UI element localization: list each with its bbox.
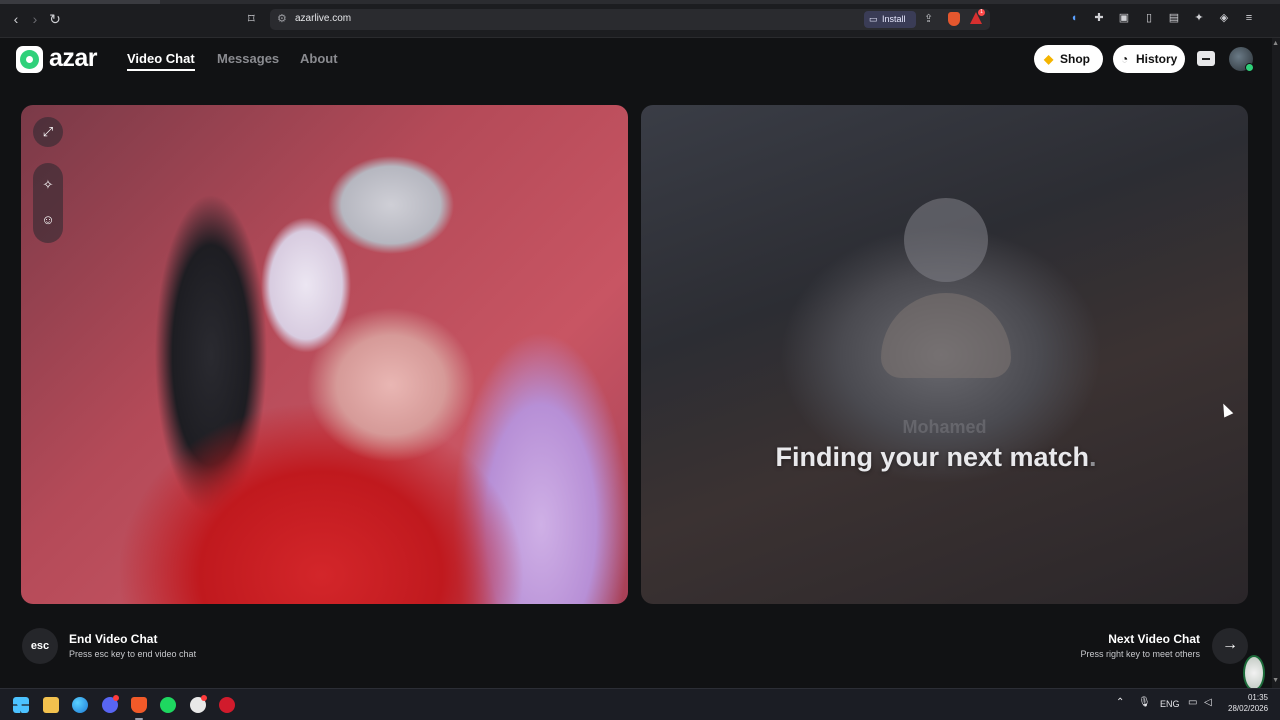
- shop-label: Shop: [1060, 52, 1090, 66]
- mouse-cursor-icon: [1218, 401, 1234, 418]
- placeholder-avatar-body: [881, 293, 1011, 378]
- inbox-icon[interactable]: [1197, 51, 1215, 66]
- tab-capture-icon[interactable]: ▣: [1117, 11, 1131, 25]
- expand-button[interactable]: ⤢: [33, 117, 63, 147]
- bookmark-icon[interactable]: ⌑: [248, 11, 255, 27]
- spotify-icon[interactable]: [160, 697, 176, 713]
- next-video-chat-button[interactable]: →: [1212, 628, 1248, 664]
- tab-strip: [0, 0, 1280, 4]
- history-label: History: [1136, 52, 1178, 66]
- clock-icon: ◔: [1121, 52, 1129, 66]
- brave-browser-icon[interactable]: [131, 697, 147, 713]
- shop-button[interactable]: ◆ Shop: [1034, 45, 1103, 73]
- volume-icon[interactable]: ◁: [1204, 697, 1212, 708]
- end-video-chat-hint: Press esc key to end video chat: [69, 649, 197, 659]
- history-button[interactable]: ◔ History: [1113, 45, 1185, 73]
- alert-count-badge: 1: [978, 9, 985, 16]
- nav-active-underline: [127, 69, 195, 71]
- reload-icon[interactable]: ↻: [47, 11, 63, 27]
- tray-chevron-icon[interactable]: ⌃: [1116, 697, 1124, 708]
- azar-logo-text[interactable]: azar: [49, 44, 98, 73]
- active-tab[interactable]: [0, 0, 160, 4]
- expand-icon: ⤢: [42, 124, 54, 139]
- placeholder-avatar-head: [904, 198, 988, 282]
- next-video-chat-title: Next Video Chat: [1108, 632, 1200, 646]
- browser-toolbar: ‹ › ↻ ⌑ ⚙ azarlive.com ▭ Install ⇪ 1 ◖ ✚…: [0, 0, 1280, 38]
- install-label: Install: [882, 14, 906, 24]
- scroll-down-icon[interactable]: ▼: [1272, 677, 1279, 684]
- nav-video-chat[interactable]: Video Chat: [127, 51, 195, 66]
- scroll-up-icon[interactable]: ▲: [1272, 40, 1279, 47]
- magic-wand-icon[interactable]: ✧: [33, 175, 63, 195]
- url-text[interactable]: azarlive.com: [295, 13, 351, 24]
- gem-icon: ◆: [1044, 52, 1054, 66]
- brave-shield-icon[interactable]: [948, 12, 960, 26]
- nav-messages[interactable]: Messages: [217, 51, 279, 66]
- end-video-chat-title: End Video Chat: [69, 632, 158, 646]
- azar-logo-icon[interactable]: [16, 46, 43, 73]
- install-app-button[interactable]: ▭ Install: [864, 11, 916, 28]
- forward-icon[interactable]: ›: [27, 11, 43, 27]
- language-indicator[interactable]: ENG: [1160, 699, 1180, 709]
- steam-notification-badge: [201, 695, 207, 701]
- wallet-icon[interactable]: ▤: [1167, 11, 1181, 25]
- audio-playing-icon[interactable]: ◖: [1067, 11, 1081, 25]
- nav-about[interactable]: About: [300, 51, 338, 66]
- windows-taskbar: ⌃ 🎙 ENG ▭ ◁ 01:35 28/02/2026: [0, 688, 1280, 720]
- page-scrollbar[interactable]: [1272, 38, 1280, 688]
- site-info-icon[interactable]: ⚙: [277, 12, 287, 25]
- azar-page: azar Video Chat Messages About ◆ Shop ◔ …: [0, 38, 1272, 688]
- install-icon: ▭: [869, 14, 878, 24]
- edge-browser-icon[interactable]: [72, 697, 88, 713]
- browser-extensions: ◖ ✚ ▣ ▯ ▤ ✦ ◈ ≡: [1067, 11, 1256, 27]
- remote-video-panel: Mohamed Finding your next match.: [641, 105, 1248, 604]
- previous-match-name: Mohamed: [902, 417, 987, 437]
- face-icon[interactable]: ☺: [33, 210, 63, 230]
- back-icon[interactable]: ‹: [8, 11, 24, 27]
- clock-time: 01:35: [1247, 693, 1268, 702]
- extensions-icon[interactable]: ✚: [1092, 11, 1106, 25]
- local-video-panel: ⤢ ✧ ☺: [21, 105, 628, 604]
- app-icon[interactable]: [219, 697, 235, 713]
- windows-start-icon[interactable]: [13, 697, 29, 713]
- end-video-chat-button[interactable]: esc: [22, 628, 58, 664]
- loading-dot: .: [1089, 442, 1097, 472]
- finding-text: Finding your next match: [775, 442, 1089, 472]
- network-icon[interactable]: ▭: [1188, 697, 1197, 708]
- finding-match-status: Finding your next match.: [641, 442, 1231, 473]
- discord-notification-badge: [113, 695, 119, 701]
- notification-widget-icon[interactable]: [1243, 655, 1265, 691]
- sidebar-icon[interactable]: ▯: [1142, 11, 1156, 25]
- leo-ai-icon[interactable]: ✦: [1192, 11, 1206, 25]
- microphone-icon[interactable]: 🎙: [1138, 697, 1151, 708]
- share-icon[interactable]: ⇪: [924, 12, 933, 25]
- clock-date: 28/02/2026: [1228, 704, 1269, 713]
- menu-icon[interactable]: ≡: [1242, 11, 1256, 25]
- system-clock[interactable]: 01:35 28/02/2026: [1228, 692, 1268, 714]
- effects-controls: ✧ ☺: [33, 163, 63, 243]
- file-explorer-icon[interactable]: [43, 697, 59, 713]
- next-video-chat-hint: Press right key to meet others: [1080, 649, 1200, 659]
- vpn-icon[interactable]: ◈: [1217, 11, 1231, 25]
- online-status-dot: [1245, 63, 1254, 72]
- address-bar[interactable]: ⌑ ⚙ azarlive.com ▭ Install ⇪ 1: [248, 9, 990, 30]
